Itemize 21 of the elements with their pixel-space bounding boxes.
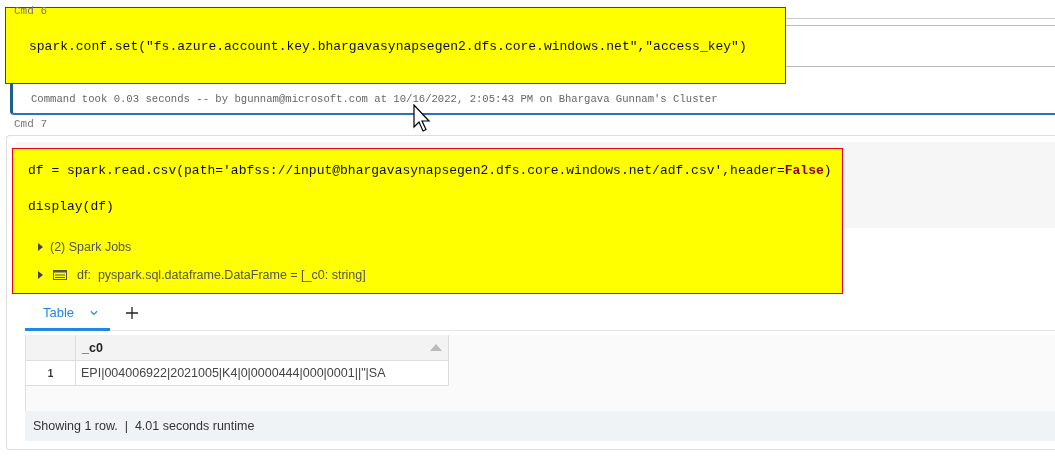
dataframe-name: df: xyxy=(77,268,91,282)
expand-arrow-icon[interactable] xyxy=(38,243,43,251)
result-tab[interactable]: Table xyxy=(25,297,110,331)
command-info: Command took 0.03 seconds -- by bgunnam@microsoft.com at 10/16/2022, 2:05:43 PM on Bhargava Gunnam's Cluster xyxy=(30,92,718,105)
plus-icon xyxy=(126,307,138,319)
expand-arrow-icon[interactable] xyxy=(38,271,43,279)
add-tab-button[interactable] xyxy=(126,307,138,319)
code-line: spark.conf.set("fs.azure.account.key.bhargavasynapsegen2.dfs.core.windows.net","access_key") xyxy=(29,38,747,54)
row-number-header xyxy=(26,335,76,361)
cell-label: Cmd 6 xyxy=(14,5,48,18)
table-cell: EPI|004006922|2021005|K4|0|0000444|000|0001||"|SA xyxy=(76,361,449,386)
code-line: display(df) xyxy=(28,199,115,214)
code-line: df = spark.read.csv(path='abfss://input@bhargavasynapsegen2.dfs.core.windows.net/adf.csv',header=False) xyxy=(28,163,833,178)
chevron-down-icon xyxy=(90,309,98,316)
cell-label: Cmd 7 xyxy=(14,118,48,131)
spark-jobs-label[interactable]: (2) Spark Jobs xyxy=(50,240,132,254)
dataframe-schema: pyspark.sql.dataframe.DataFrame = [_c0: string] xyxy=(97,268,366,282)
result-summary: Showing 1 row. | 4.01 seconds runtime xyxy=(25,411,1055,441)
column-header[interactable]: _c0 xyxy=(76,335,449,361)
table-icon xyxy=(53,270,67,280)
row-number: 1 xyxy=(26,361,76,386)
